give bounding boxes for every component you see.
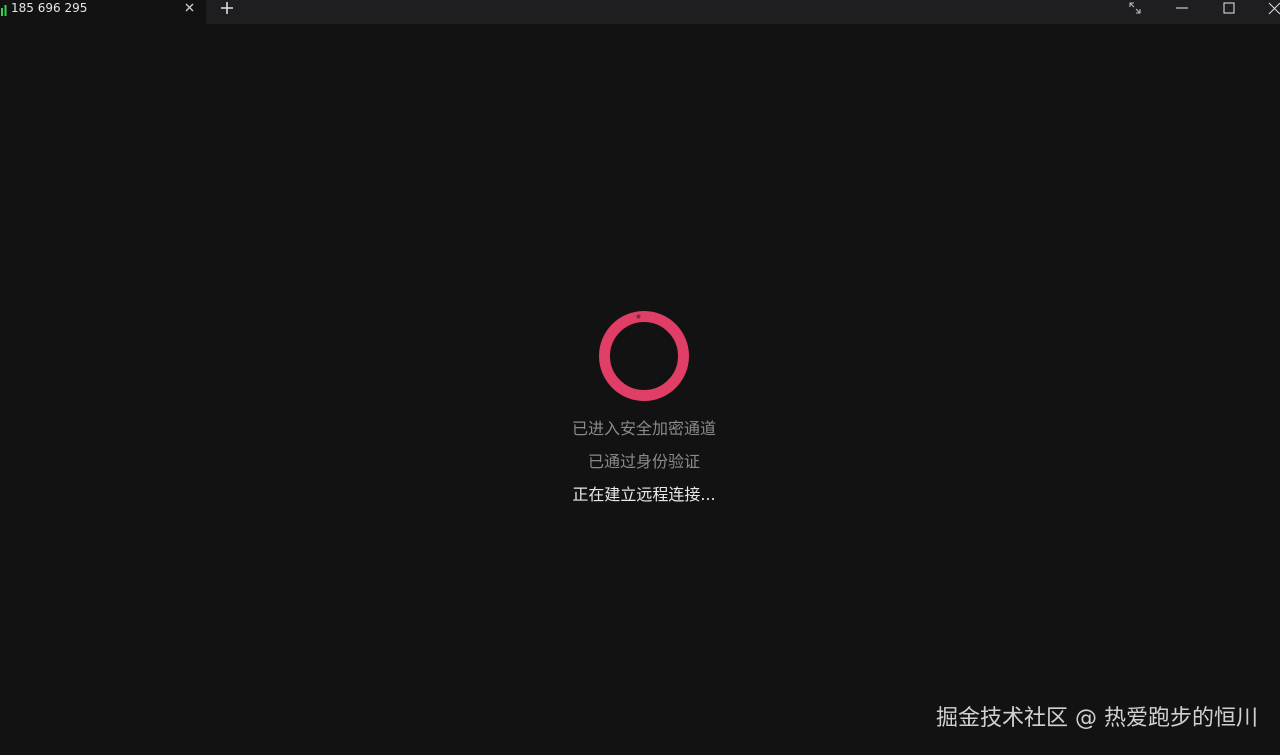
maximize-icon[interactable] [1221,0,1237,16]
fullscreen-icon[interactable] [1127,0,1143,16]
tab-close-icon[interactable] [183,1,197,15]
signal-strength-icon [1,5,7,16]
close-icon[interactable] [1266,0,1280,16]
status-encrypted-channel: 已进入安全加密通道 [571,419,716,438]
status-connecting: 正在建立远程连接... [572,485,716,504]
status-authenticated: 已通过身份验证 [587,452,700,471]
tab-title: 185 696 295 [11,1,88,15]
plus-icon[interactable] [219,0,235,16]
remote-desktop-window: 185 696 295 已进入安全加密通道 已通过身份验证 正在建立远程连接..… [0,0,1280,755]
session-tab[interactable]: 185 696 295 [0,0,206,24]
title-bar: 185 696 295 [0,0,1280,24]
spinner-icon [599,311,689,401]
minimize-icon[interactable] [1174,0,1190,16]
watermark: 掘金技术社区 @ 热爱跑步的恒川 [936,706,1258,731]
